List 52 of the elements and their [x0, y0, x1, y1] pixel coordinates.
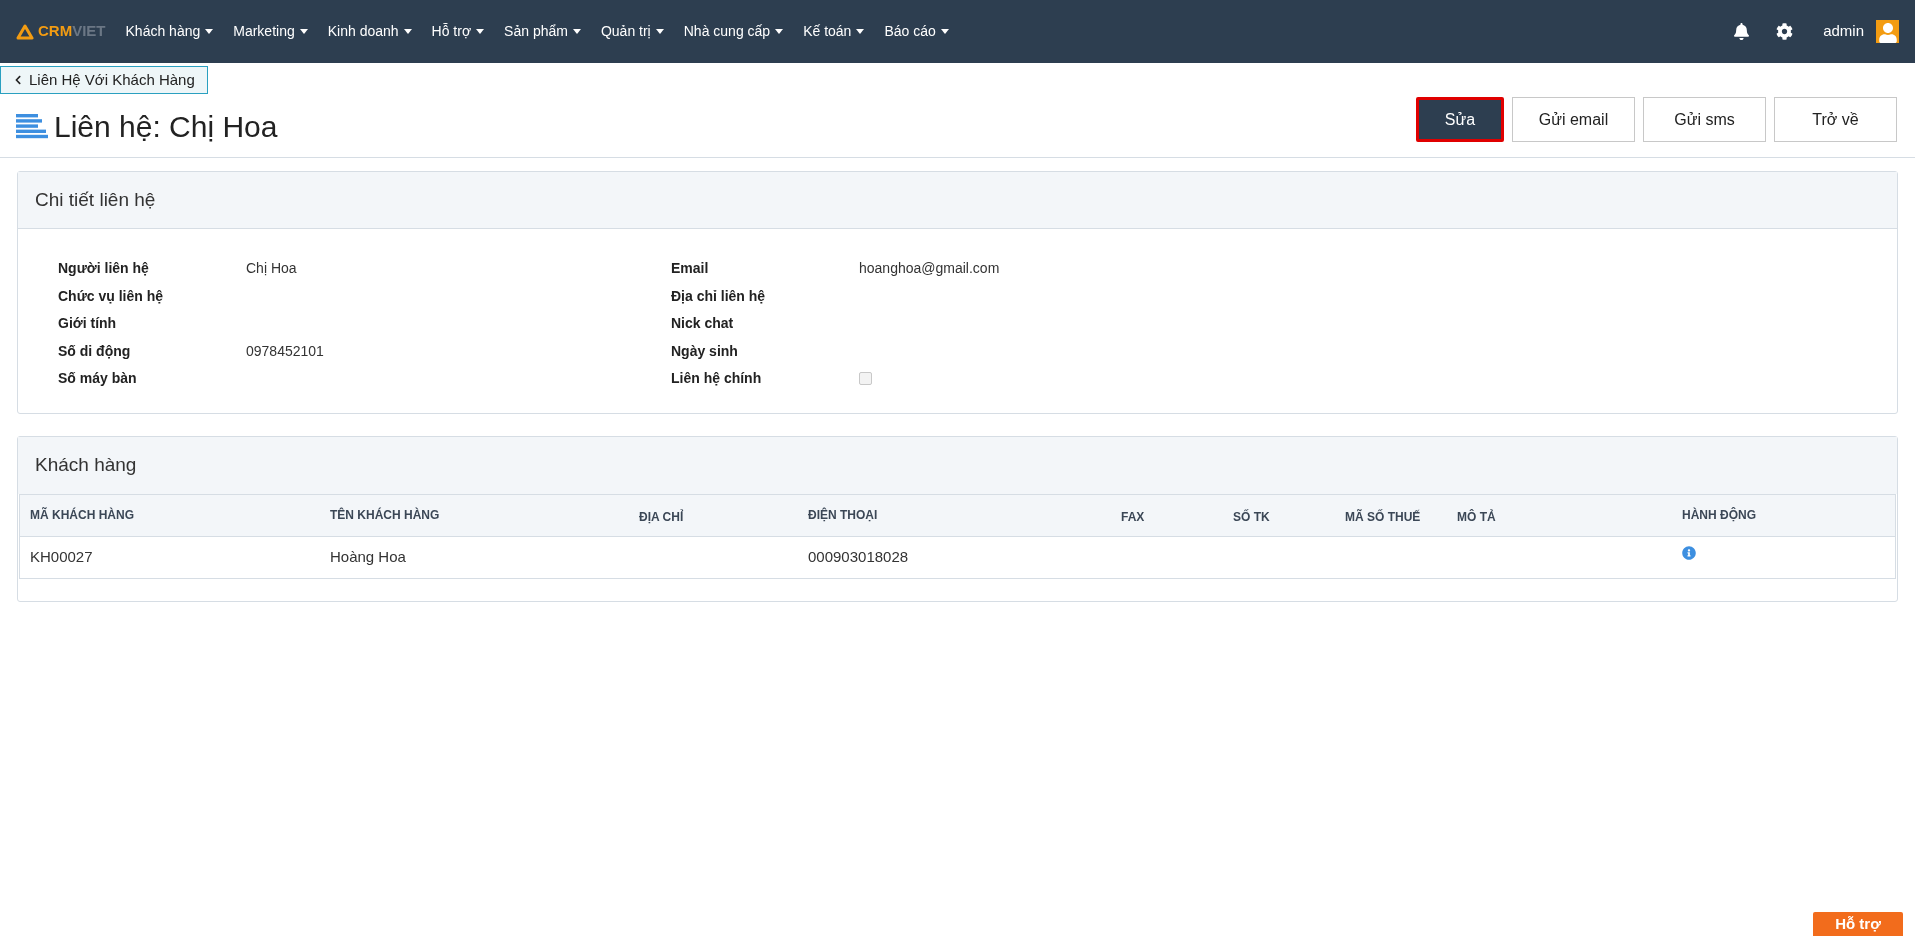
- column-header: ĐIỆN THOẠI: [808, 506, 878, 524]
- table-cell-text: KH00027: [30, 546, 93, 567]
- field-label: Người liên hệ: [58, 259, 150, 279]
- field-value: hoanghoa@gmail.com: [859, 259, 1000, 279]
- field-label: Email: [671, 259, 710, 279]
- nav-menu-item[interactable]: Sản phẩm: [494, 21, 591, 42]
- settings-icon[interactable]: [1776, 23, 1794, 40]
- column-header: FAX: [1121, 508, 1145, 526]
- field-label: Ngày sinh: [671, 341, 739, 361]
- field-label: Số di động: [58, 341, 132, 361]
- nav-menu-item[interactable]: Kế toán: [793, 21, 875, 42]
- notification-bell-icon[interactable]: [1733, 23, 1751, 40]
- field-label: Nick chat: [671, 314, 735, 334]
- nav-menu-item[interactable]: Khách hàng: [115, 21, 224, 42]
- column-header: MÃ KHÁCH HÀNG: [30, 506, 134, 524]
- column-header: MÃ SỐ THUẾ: [1345, 508, 1421, 526]
- list-icon: [16, 113, 48, 140]
- info-icon[interactable]: [1682, 546, 1696, 560]
- action-button[interactable]: Trở về: [1774, 97, 1897, 142]
- column-header: ĐỊA CHỈ: [639, 508, 684, 526]
- action-button[interactable]: Gửi email: [1512, 97, 1635, 142]
- field-value: Chị Hoa: [246, 259, 297, 279]
- panel-title: Khách hàng: [35, 452, 137, 477]
- field-value: 0978452101: [246, 341, 324, 361]
- page-title: Liên hệ: Chị Hoa: [54, 109, 278, 145]
- column-header: HÀNH ĐỘNG: [1682, 506, 1756, 524]
- field-label: Số máy bàn: [58, 369, 138, 389]
- checkbox[interactable]: [859, 372, 872, 386]
- nav-menu-item[interactable]: Quản trị: [590, 21, 674, 42]
- table-cell-text: Hoàng Hoa: [330, 546, 406, 567]
- table-cell-text: 000903018028: [808, 546, 909, 567]
- panel-title: Chi tiết liên hệ: [35, 187, 156, 212]
- nav-menu-item[interactable]: Báo cáo: [874, 21, 959, 42]
- field-label: Giới tính: [58, 314, 118, 334]
- field-label: Chức vụ liên hệ: [58, 286, 165, 306]
- action-button[interactable]: Sửa: [1416, 97, 1504, 142]
- nav-menu-item[interactable]: Nhà cung cấp: [673, 21, 794, 42]
- username[interactable]: admin: [1823, 20, 1864, 43]
- nav-menu-item[interactable]: Marketing: [223, 21, 318, 42]
- logo[interactable]: CRMVIET: [16, 20, 106, 43]
- action-button[interactable]: Gửi sms: [1643, 97, 1766, 142]
- breadcrumb-link[interactable]: Liên Hệ Với Khách Hàng: [0, 66, 208, 94]
- column-header: TÊN KHÁCH HÀNG: [330, 506, 440, 524]
- logo-icon: [16, 23, 34, 40]
- column-header: MÔ TẢ: [1457, 508, 1496, 526]
- chevron-left-icon: [13, 75, 23, 85]
- nav-menu-item[interactable]: Kinh doanh: [317, 21, 422, 42]
- nav-menu-item[interactable]: Hỗ trợ: [421, 21, 495, 42]
- avatar-icon[interactable]: [1876, 20, 1899, 43]
- field-label: Địa chỉ liên hệ: [671, 286, 767, 306]
- column-header: SỐ TK: [1233, 508, 1270, 526]
- field-label: Liên hệ chính: [671, 369, 763, 389]
